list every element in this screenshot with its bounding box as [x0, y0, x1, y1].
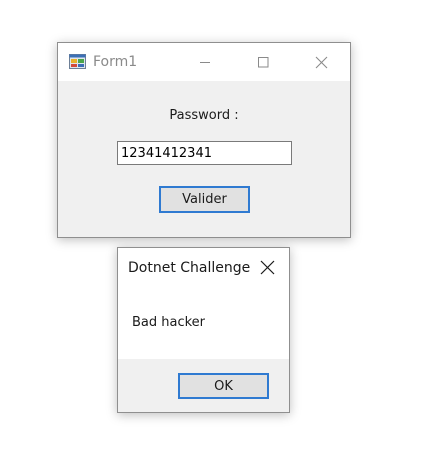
form1-title: Form1	[93, 54, 138, 70]
close-icon	[315, 56, 327, 68]
winforms-app-icon	[69, 54, 86, 69]
message-box-dialog: Dotnet Challenge Bad hacker OK	[117, 247, 290, 413]
validate-button[interactable]: Valider	[159, 186, 250, 213]
message-text: Bad hacker	[132, 315, 206, 330]
password-input[interactable]	[117, 141, 292, 165]
ok-button[interactable]: OK	[178, 373, 269, 399]
maximize-button[interactable]	[240, 43, 286, 81]
message-box-close-button[interactable]	[244, 248, 290, 286]
maximize-icon	[258, 57, 269, 68]
password-label: Password :	[169, 108, 239, 123]
minimize-icon	[200, 62, 210, 63]
message-box-title: Dotnet Challenge	[128, 260, 251, 276]
close-icon	[260, 260, 274, 274]
close-button[interactable]	[298, 43, 344, 81]
form1-window: Form1 Password : Valider	[57, 42, 351, 238]
minimize-button[interactable]	[182, 43, 228, 81]
form1-titlebar[interactable]: Form1	[58, 43, 350, 81]
message-box-footer: OK	[118, 359, 289, 412]
